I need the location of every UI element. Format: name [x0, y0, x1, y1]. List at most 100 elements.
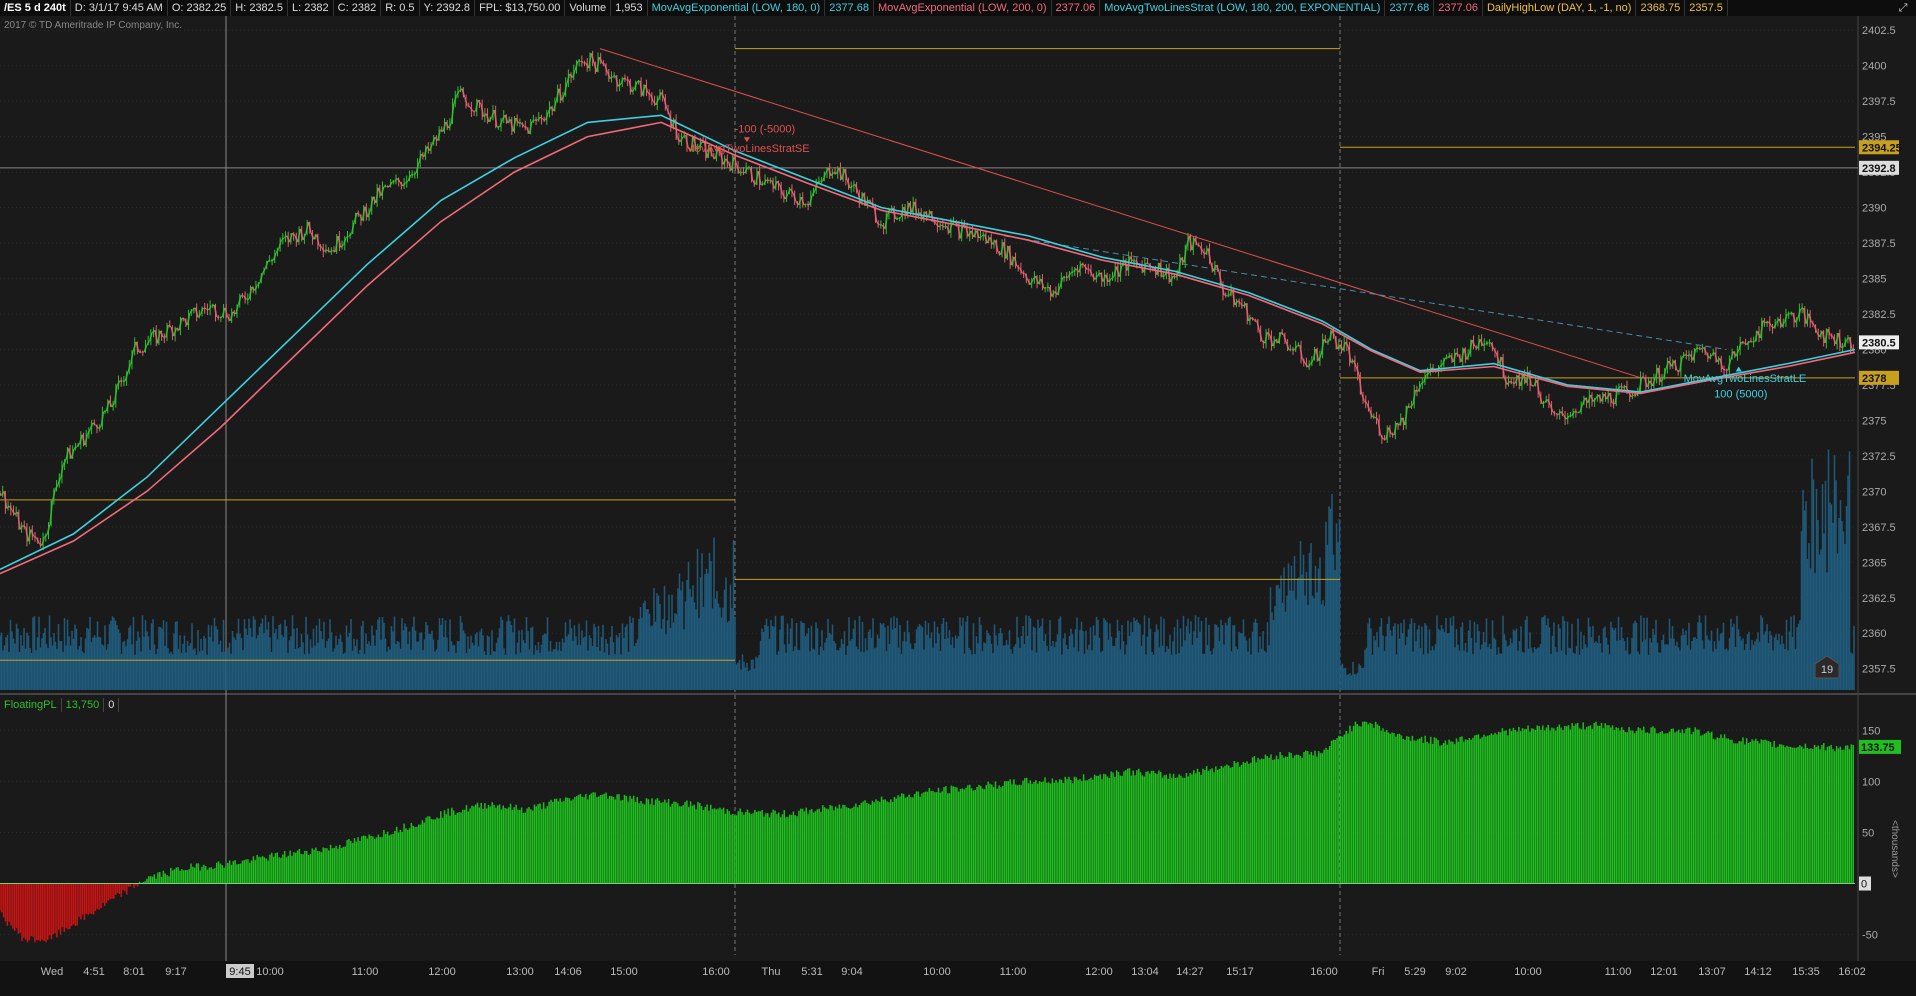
candle-body	[944, 225, 947, 228]
candle-body	[1749, 340, 1753, 343]
price-tick-label: 2367.5	[1862, 522, 1896, 534]
candle-body	[346, 235, 349, 239]
candle-body	[1062, 276, 1066, 279]
candle-body	[33, 535, 37, 539]
candle-body	[1800, 307, 1804, 310]
price-tick-label: 2360	[1862, 628, 1886, 640]
candle-body	[1173, 275, 1176, 279]
candle-body	[1407, 405, 1411, 409]
candle-body	[1676, 369, 1680, 373]
price-tick-label: 2357.5	[1862, 664, 1896, 676]
candle-body	[804, 203, 807, 206]
price-panel	[0, 16, 1916, 690]
price-tick-label: 2370	[1862, 486, 1886, 498]
pl-tick-label: 150	[1862, 725, 1880, 737]
candle-body	[626, 78, 630, 82]
candle-body	[1132, 259, 1136, 262]
candle-body	[739, 171, 743, 174]
time-tick-label: 13:07	[1698, 966, 1726, 978]
time-tick-label: 9:04	[841, 966, 862, 978]
candle-body	[1620, 385, 1624, 389]
time-tick-label: 14:27	[1176, 966, 1204, 978]
price-tick-label: 2365	[1862, 557, 1886, 569]
pl-tick-label: 50	[1862, 827, 1874, 839]
time-tick-label: 10:00	[256, 966, 284, 978]
time-tick-label: Fri	[1372, 966, 1385, 978]
strategy-annotation: -100 (-5000)	[735, 123, 796, 135]
ema-price-tag: 2378	[1862, 373, 1886, 385]
time-tick-label: Thu	[762, 966, 781, 978]
floating-pl-label[interactable]: FloatingPL	[0, 698, 62, 712]
candle-body	[216, 316, 220, 319]
thousands-units-label: <thousands>	[1889, 820, 1900, 878]
volume-badge-value: 19	[1821, 664, 1833, 676]
time-tick-label: 12:00	[1085, 966, 1113, 978]
time-tick-label: 11:00	[1605, 966, 1632, 978]
pl-zero-tag: 0	[1861, 879, 1867, 891]
candle-body	[542, 118, 546, 122]
floating-pl-value: 13,750	[62, 698, 105, 712]
time-tick-label: 16:02	[1838, 966, 1866, 978]
candle-body	[211, 304, 215, 307]
time-tick-label: Wed	[41, 966, 63, 978]
candle-body	[122, 380, 126, 383]
time-tick-label: 15:35	[1792, 966, 1820, 978]
copyright-text: 2017 © TD Ameritrade IP Company, Inc.	[4, 20, 183, 31]
time-tick-label: 11:00	[1000, 966, 1027, 978]
candle-body	[1070, 271, 1074, 274]
price-tick-label: 2387.5	[1862, 238, 1896, 250]
time-tick-label: 11:00	[352, 966, 379, 978]
time-tick-label: 10:00	[923, 966, 951, 978]
candle-body	[246, 298, 250, 301]
time-tick-label: 5:31	[801, 966, 822, 978]
price-tick-label: 2372.5	[1862, 451, 1896, 463]
candle-body	[1485, 342, 1489, 345]
strategy-annotation: 100 (5000)	[1714, 389, 1767, 401]
time-tick-label: 16:00	[702, 966, 730, 978]
price-tick-label: 2400	[1862, 61, 1886, 73]
price-tick-label: 2362.5	[1862, 593, 1896, 605]
candle-body	[806, 203, 810, 206]
candle-body	[1787, 312, 1790, 315]
price-tick-label: 2385	[1862, 274, 1886, 286]
candle-body	[766, 179, 770, 182]
candle-body	[1612, 401, 1615, 405]
candle-body	[1253, 319, 1257, 322]
candle-body	[119, 379, 123, 383]
candle-body	[747, 166, 751, 169]
chart-canvas[interactable]: 2402.524002397.523952392.523902387.52385…	[0, 0, 1916, 996]
time-tick-label: 14:06	[554, 966, 582, 978]
candle-body	[1291, 348, 1295, 352]
candle-body	[612, 74, 616, 78]
candle-body	[1695, 347, 1699, 350]
time-tick-label: 5:29	[1404, 966, 1425, 978]
strategy-annotation: MovAvgTwoLinesStratSE	[686, 143, 810, 155]
candle-body	[1224, 294, 1227, 297]
candle-body	[332, 249, 336, 253]
time-tick-label: 12:01	[1650, 966, 1678, 978]
candle-body	[623, 77, 627, 80]
candle-body	[1065, 276, 1068, 279]
time-tick-label: 13:00	[506, 966, 534, 978]
last-price-tag: 2380.5	[1862, 337, 1896, 349]
time-tick-label: 15:00	[610, 966, 638, 978]
candle-body	[181, 317, 185, 320]
candle-body	[1841, 345, 1844, 349]
time-tick-label: 14:12	[1744, 966, 1772, 978]
candle-body	[583, 61, 586, 64]
candle-body	[203, 307, 207, 310]
candle-body	[1081, 263, 1085, 266]
candle-body	[637, 80, 640, 83]
strategy-annotation: MovAvgTwoLinesStratLE	[1684, 373, 1807, 385]
candle-body	[1687, 353, 1691, 357]
price-tick-label: 2390	[1862, 203, 1886, 215]
price-tick-label: 2402.5	[1862, 25, 1896, 37]
candle-body	[534, 118, 538, 122]
pl-tick-label: -50	[1862, 930, 1878, 942]
candle-body	[386, 185, 390, 188]
candle-body	[241, 294, 244, 297]
candle-body	[1046, 286, 1050, 289]
candle-body	[1445, 356, 1448, 359]
time-tick-label: 4:51	[83, 966, 104, 978]
pl-tick-label: 100	[1862, 776, 1880, 788]
